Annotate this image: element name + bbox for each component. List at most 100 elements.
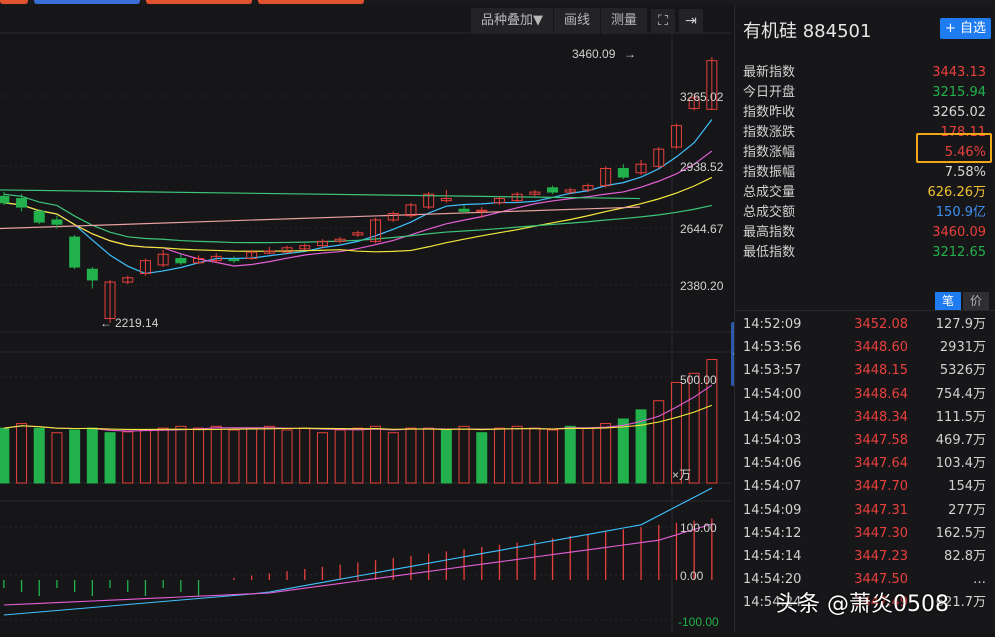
macd-tick-1: 100.00 [680, 521, 717, 535]
tick-volume: 277万 [948, 502, 986, 518]
tick-price: 3447.31 [854, 502, 908, 518]
candle-body [458, 208, 470, 212]
ma-line-5 [3, 119, 713, 275]
high-label: 3460.09 [572, 47, 616, 61]
stat-value: 3443.13 [932, 65, 986, 80]
window-tab-1[interactable] [0, 0, 28, 4]
volume-bar [387, 432, 399, 484]
volume-bar [175, 425, 187, 484]
volume-ma5 [3, 384, 713, 432]
tick-list[interactable]: 14:52:09 3452.08 127.9万 14:53:56 3448.60 2931… [735, 313, 995, 614]
volume-bar [688, 372, 700, 484]
volume-bar [51, 432, 63, 484]
expand-icon[interactable]: ⛶ [651, 9, 676, 33]
tick-price: 3448.60 [854, 340, 908, 356]
stat-value: 3460.09 [932, 225, 986, 240]
watermark: 头条 @萧炎0508 [776, 592, 949, 617]
volume-bar [370, 425, 382, 484]
tab-price[interactable]: 价 [963, 292, 989, 310]
kline-chart[interactable]: 3265.02 2938.52 2644.67 2380.20 3460.09 … [0, 5, 731, 633]
window-tab-4[interactable] [258, 0, 364, 4]
tick-volume: 2931万 [939, 340, 986, 356]
volume-bar [33, 427, 45, 484]
stat-label: 总成交额 [743, 205, 796, 220]
tick-price: 3452.08 [854, 317, 908, 332]
stats-table: 最新指数 3443.13 今日开盘 3215.94 指数昨收 3265.02 指数涨跌 178… [735, 63, 995, 263]
tick-time: 14:54:09 [743, 502, 802, 518]
overlay-button[interactable]: 品种叠加▼ [470, 8, 553, 34]
vol-unit: ×万 [672, 468, 691, 482]
tick-time: 14:54:07 [743, 479, 802, 495]
arrow-right-bar-icon[interactable]: ⇥ [679, 9, 704, 33]
volume-bar [405, 427, 417, 484]
volume-bar [600, 423, 612, 484]
low-arrow-icon: ← [100, 316, 112, 330]
draw-line-button[interactable]: 画线 [553, 8, 601, 34]
volume-bar [246, 427, 258, 484]
volume-ma10 [3, 404, 713, 431]
ma-line-120 [0, 189, 641, 200]
window-tab-2[interactable] [34, 0, 140, 4]
volume-bar [16, 423, 28, 484]
volume-bar [193, 427, 205, 484]
tick-row: 14:54:09 3447.31 277万 [735, 499, 995, 522]
tick-price: 3447.70 [854, 479, 908, 495]
tick-volume: 103.4万 [935, 456, 986, 472]
candle-body [16, 197, 28, 208]
stat-value: 626.26万 [927, 185, 987, 200]
divider [735, 310, 995, 311]
vol-tick: 500.00 [680, 373, 717, 387]
volume-bar [547, 429, 559, 484]
low-label: 2219.14 [115, 316, 159, 330]
volume-bar [352, 427, 364, 484]
window-tab-3[interactable] [146, 0, 252, 4]
stat-row: 指数振幅 7.58% [735, 163, 995, 183]
volume-bar [617, 418, 629, 484]
panel-title: 有机硅 884501 [743, 21, 872, 42]
add-watchlist-button[interactable]: + 自选 [940, 18, 991, 39]
chart-area[interactable]: 3265.02 2938.52 2644.67 2380.20 3460.09 … [0, 5, 731, 633]
candle-body [51, 219, 63, 225]
y-tick-3: 2644.67 [680, 222, 724, 236]
volume-bar [228, 429, 240, 484]
stat-value: 3215.94 [932, 85, 986, 100]
candle-body [228, 259, 240, 262]
candle-body [33, 210, 45, 223]
stat-label: 指数振幅 [743, 165, 796, 180]
tick-row: 14:53:57 3448.15 5326万 [735, 359, 995, 382]
tick-volume: 154万 [948, 479, 986, 495]
tick-time: 14:54:12 [743, 525, 802, 541]
stat-value: 150.9亿 [935, 205, 986, 220]
tab-trades[interactable]: 笔 [935, 292, 961, 310]
tick-volume: 162.5万 [935, 525, 986, 541]
tick-time: 14:52:09 [743, 317, 802, 332]
tick-price: 3447.30 [854, 525, 908, 541]
volume-bar [529, 427, 541, 484]
highlight-box [916, 133, 992, 163]
stat-value: 3265.02 [932, 105, 986, 120]
tick-row: 14:53:56 3448.60 2931万 [735, 336, 995, 359]
y-tick-1: 3265.02 [680, 90, 724, 104]
volume-bar [511, 425, 523, 484]
volume-bar [69, 429, 81, 484]
tick-row: 14:54:00 3448.64 754.4万 [735, 383, 995, 406]
tick-time: 14:54:00 [743, 386, 802, 402]
tick-volume: 82.8万 [944, 548, 986, 564]
stat-row: 总成交量 626.26万 [735, 183, 995, 203]
volume-bar [86, 427, 98, 484]
volume-bar [582, 427, 594, 484]
chart-toolbar: 品种叠加▼ 画线 测量 ⛶ ⇥ [470, 8, 704, 34]
volume-bar [316, 432, 328, 484]
volume-bar [653, 400, 665, 484]
stat-label: 最低指数 [743, 245, 796, 260]
stat-row: 总成交额 150.9亿 [735, 203, 995, 223]
stat-value: 7.58% [944, 165, 986, 180]
stat-label: 指数昨收 [743, 105, 796, 120]
stat-row: 今日开盘 3215.94 [735, 83, 995, 103]
volume-bar [0, 427, 10, 484]
measure-button[interactable]: 测量 [600, 8, 648, 34]
tick-volume: 5326万 [939, 363, 986, 379]
volume-bar [157, 427, 169, 484]
tick-row: 14:54:03 3447.58 469.7万 [735, 429, 995, 452]
tick-row: 14:54:06 3447.64 103.4万 [735, 452, 995, 475]
